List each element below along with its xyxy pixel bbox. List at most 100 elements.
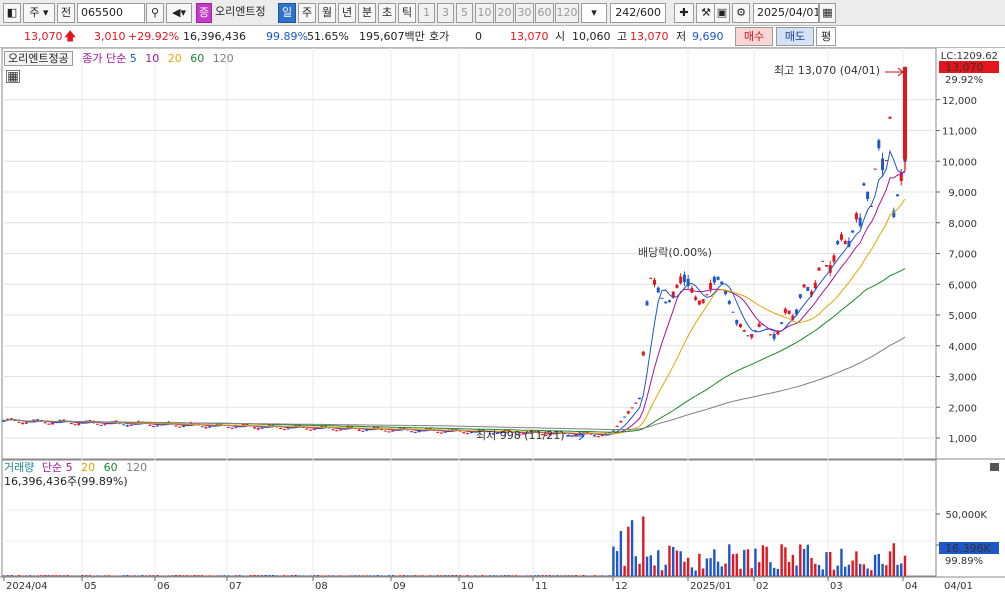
stock-code-input[interactable]: 065500 [77,3,145,23]
candle [768,334,772,336]
candle [653,279,657,285]
candle [615,425,619,427]
annotation-low: 최저 998 (11/21) [476,429,565,442]
vol-ma-60-label: 60 [103,461,118,474]
interval-5[interactable]: 5 [456,3,473,23]
volume-bar [357,575,361,576]
volume-bar [825,552,828,576]
volume-bar [556,575,559,576]
volume-bar [724,563,727,576]
save-icon[interactable]: ▣ [714,3,730,23]
period-minute[interactable]: 분 [358,3,376,23]
candle [787,310,791,314]
candle [338,429,342,431]
interval-3[interactable]: 3 [437,3,454,23]
interval-dropdown[interactable]: ▾ [581,3,607,23]
volume-bar [298,575,301,576]
period-second[interactable]: 초 [378,3,396,23]
volume-bar [492,575,495,576]
vol-ma-120-label: 120 [126,461,148,474]
interval-10[interactable]: 10 [475,3,494,23]
candle [630,407,634,409]
prev-button[interactable]: 전 [57,3,75,23]
period-week[interactable]: 주 [298,3,316,23]
grid-toggle-icon[interactable]: ▦ [6,70,20,83]
date-input[interactable]: 2025/04/01 [753,3,819,23]
vol-ma-20-label: 20 [81,461,96,474]
candle [866,191,870,200]
volume-bar [619,530,623,576]
candle [174,425,178,427]
interval-30[interactable]: 30 [515,3,534,23]
volume-bar [107,575,110,576]
volume-bar [443,575,447,576]
search-icon[interactable]: ⚲ [146,3,164,23]
volume-bar [806,544,809,576]
volume-bar [451,575,454,576]
chart-area[interactable]: 최고 13,070 (04/01) 최저 998 (11/21) 배당락(0.00%… [0,48,1005,597]
candle [836,240,840,245]
flat-button[interactable]: 평 [816,27,836,46]
x-axis-label: 06 [157,581,170,592]
candle [200,426,204,428]
interval-1[interactable]: 1 [418,3,435,23]
volume-bar [167,575,170,576]
crosshair-icon[interactable]: ✚ [674,3,694,23]
volume-bar [694,570,697,576]
open-label: 시 [555,30,566,43]
count-input[interactable]: 242/600 [610,3,666,23]
turnover-ratio: 51.65% [307,30,349,43]
sell-button[interactable]: 매도 [776,27,814,46]
volume-bar [679,551,682,576]
x-axis-label: 04 [905,581,918,592]
candle [436,431,440,433]
volume-bar [821,569,824,576]
period-tick[interactable]: 틱 [398,3,416,23]
candle [664,301,668,304]
volume-bar [716,561,720,576]
period-month[interactable]: 월 [318,3,336,23]
x-axis-label: 07 [229,581,242,592]
stock-legend-name[interactable]: 오리엔트정공 [4,51,73,66]
volume-bar [675,550,679,576]
stock-name: 오리엔트정 [215,5,266,18]
chart-menu-icon[interactable]: ◧ [3,3,21,23]
volume-bar [178,575,181,576]
volume-bar [814,563,817,576]
candle [731,311,735,313]
buy-button[interactable]: 매수 [735,27,773,46]
volume-bar [253,575,256,576]
volume-bar [709,558,712,576]
volume-bar [2,575,6,576]
gear-icon[interactable]: ⚙ [732,3,750,23]
candle [739,323,743,328]
candle [309,429,313,431]
volume-bar [223,575,226,576]
interval-120[interactable]: 120 [555,3,579,23]
candle [619,420,623,423]
volume-panel-close-icon[interactable] [990,463,999,471]
tools-icon[interactable]: ⚒ [696,3,716,23]
candle [234,427,238,429]
volume-bar [372,575,376,576]
volume-bar [571,575,574,576]
period-day[interactable]: 일 [278,3,296,23]
indicator-badge[interactable]: 증 [196,3,212,23]
candle [279,428,283,430]
volume-bar [885,565,888,576]
annotation-dividend: 배당락(0.00%) [638,246,712,259]
volume-bar [283,575,286,576]
volume-bar [686,557,690,576]
speaker-icon[interactable]: ◀▾ [166,3,192,23]
x-axis-label: 10 [461,581,474,592]
candle [335,430,339,432]
volume-bar [290,575,294,576]
candle [712,276,716,283]
period-year[interactable]: 년 [338,3,356,23]
x-axis-label: 11 [535,581,548,592]
market-select[interactable]: 주 ▾ [23,3,55,23]
interval-20[interactable]: 20 [495,3,514,23]
volume-bar [28,575,32,576]
calendar-icon[interactable]: ▦ [819,3,836,23]
interval-60[interactable]: 60 [535,3,554,23]
